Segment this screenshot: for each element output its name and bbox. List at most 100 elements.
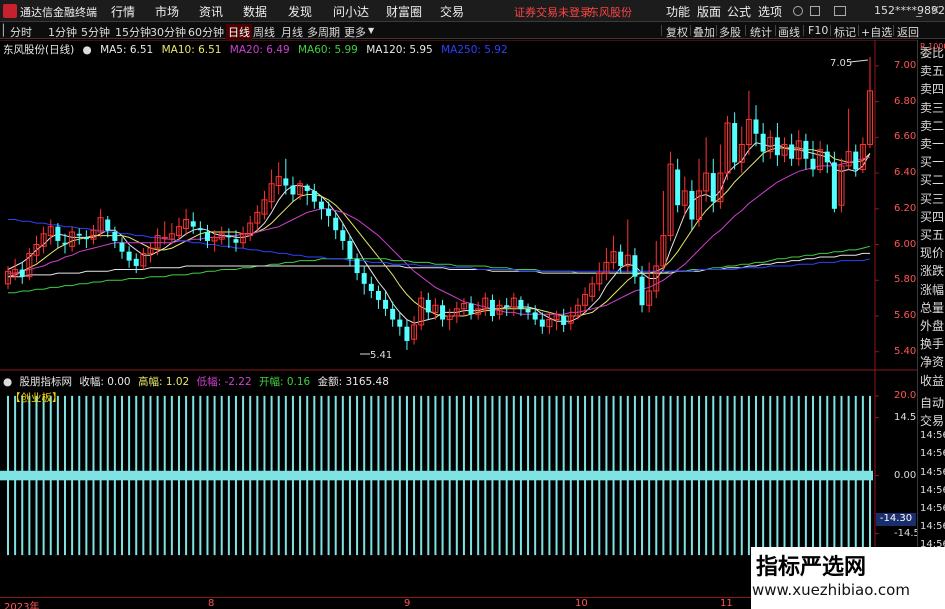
price-tick: 6.60 bbox=[894, 131, 917, 143]
indicator-title: 股朋指标网 bbox=[19, 376, 73, 388]
separator bbox=[745, 25, 746, 36]
chuangye-tag: 【创业板】 bbox=[10, 392, 63, 404]
candle-body bbox=[62, 242, 68, 245]
price-tick: 6.20 bbox=[894, 202, 917, 214]
separator bbox=[830, 25, 831, 36]
candle-body bbox=[83, 237, 89, 240]
user-icon[interactable] bbox=[793, 6, 803, 16]
menu-shuju[interactable]: 数据 bbox=[243, 3, 267, 20]
stock-name-link[interactable]: 东风股份 bbox=[588, 4, 632, 20]
candle-body bbox=[539, 319, 545, 327]
menu-gongshi[interactable]: 公式 bbox=[727, 3, 751, 20]
candle-body bbox=[161, 236, 168, 239]
candle-body bbox=[311, 190, 317, 202]
legend-ma10: MA10: 6.51 bbox=[161, 44, 222, 56]
btn-biaoji[interactable]: 标记 bbox=[834, 24, 856, 40]
panel-label-26: 14:56 bbox=[920, 521, 945, 533]
mail-icon[interactable] bbox=[834, 6, 846, 16]
menu-gongneng[interactable]: 功能 bbox=[666, 3, 690, 20]
candle-body bbox=[753, 119, 759, 134]
high-price-label: 7.05 bbox=[830, 58, 853, 69]
btn-f10[interactable]: F10 bbox=[808, 24, 828, 37]
candle-body bbox=[354, 258, 360, 274]
tab-1min[interactable]: 1分钟 bbox=[48, 24, 77, 40]
panel-label-4: 卖二 bbox=[920, 118, 945, 133]
tab-30min[interactable]: 30分钟 bbox=[150, 24, 186, 40]
message-icon[interactable] bbox=[810, 6, 820, 16]
legend-ma250: MA250: 5.92 bbox=[441, 44, 508, 56]
chart-canvas[interactable] bbox=[0, 40, 917, 597]
tab-daily[interactable]: 日线 bbox=[226, 24, 252, 40]
menu-jiaoyi[interactable]: 交易 bbox=[440, 3, 464, 20]
candle-body bbox=[689, 190, 695, 220]
candle-body bbox=[133, 258, 139, 266]
btn-diejia[interactable]: 叠加 bbox=[693, 24, 715, 40]
panel-label-8: 买三 bbox=[920, 191, 945, 206]
candle-body bbox=[810, 158, 816, 170]
trade-login-warning[interactable]: 证券交易未登录 bbox=[514, 4, 591, 20]
low-price-label: 5.41 bbox=[370, 350, 393, 361]
candle-body bbox=[518, 299, 524, 309]
panel-label-5: 卖一 bbox=[920, 137, 945, 151]
tab-monthly[interactable]: 月线 bbox=[281, 24, 303, 40]
date-label: 2023年 bbox=[4, 602, 40, 609]
candle-body bbox=[468, 303, 474, 315]
price-tick: 6.40 bbox=[894, 167, 917, 179]
tab-60min[interactable]: 60分钟 bbox=[188, 24, 224, 40]
tab-weekly[interactable]: 周线 bbox=[253, 24, 275, 40]
btn-huaxian[interactable]: 画线 bbox=[778, 24, 800, 40]
date-label: 11 bbox=[720, 598, 733, 609]
btn-tongji[interactable]: 统计 bbox=[750, 24, 772, 40]
ma-line-ma10 bbox=[7, 147, 871, 317]
candle-body bbox=[525, 308, 531, 313]
candle-body bbox=[233, 239, 239, 243]
menu-xuanxiang[interactable]: 选项 bbox=[758, 3, 782, 20]
candle-body bbox=[440, 305, 446, 320]
app-logo-icon bbox=[3, 4, 17, 18]
panel-label-24: 14:56 bbox=[920, 484, 945, 496]
candle-body bbox=[532, 312, 538, 320]
btn-add-watchlist[interactable]: +自选 bbox=[861, 24, 892, 40]
candle-body bbox=[105, 219, 111, 231]
separator bbox=[803, 25, 804, 36]
menu-zixun[interactable]: 资讯 bbox=[199, 3, 223, 20]
tab-fenshi[interactable]: 分时 bbox=[10, 24, 32, 40]
btn-fuquan[interactable]: 复权 bbox=[666, 24, 688, 40]
candle-body bbox=[489, 299, 495, 316]
more-chevron-icon[interactable]: ▼ bbox=[368, 26, 374, 35]
candle-body bbox=[675, 169, 681, 206]
minimize-button[interactable]: _ bbox=[916, 3, 922, 17]
indicator-zero-band bbox=[0, 470, 873, 481]
candle-body bbox=[204, 232, 210, 241]
panel-label-20: 交易 bbox=[920, 414, 945, 428]
candle-body bbox=[368, 283, 374, 291]
candle-body bbox=[732, 123, 738, 163]
tab-multi-period[interactable]: 多周期 bbox=[307, 24, 340, 40]
btn-back[interactable]: 返回 bbox=[897, 24, 919, 40]
menu-faxian[interactable]: 发现 bbox=[288, 3, 312, 20]
panel-label-14: 总量 bbox=[920, 300, 945, 315]
indicator-legend: ● 股朋指标网 收幅: 0.00 高幅: 1.02 低幅: -2.22 开幅: … bbox=[3, 374, 393, 389]
legend-gaofu: 高幅: 1.02 bbox=[137, 376, 190, 388]
candle-body bbox=[397, 319, 403, 327]
tab-5min[interactable]: 5分钟 bbox=[81, 24, 110, 40]
legend-ma120: MA120: 5.95 bbox=[366, 44, 433, 56]
separator bbox=[716, 25, 717, 36]
candle-body bbox=[789, 144, 795, 159]
settings-circle-icon[interactable]: ● bbox=[83, 44, 92, 56]
menu-hangqing[interactable]: 行情 bbox=[111, 3, 135, 20]
panel-label-9: 买四 bbox=[920, 209, 945, 224]
btn-duogu[interactable]: 多股 bbox=[719, 24, 741, 40]
menu-shichang[interactable]: 市场 bbox=[155, 3, 179, 20]
panel-label-16: 换手 bbox=[920, 337, 945, 352]
panel-label-3: 卖三 bbox=[920, 100, 945, 115]
legend-kaifu: 开幅: 0.16 bbox=[258, 376, 311, 388]
menu-banmian[interactable]: 版面 bbox=[697, 3, 721, 20]
menu-caifuquan[interactable]: 财富圈 bbox=[386, 3, 422, 20]
close-button[interactable]: ✕ bbox=[930, 3, 940, 17]
tab-more[interactable]: 更多 bbox=[344, 24, 366, 40]
tab-15min[interactable]: 15分钟 bbox=[115, 24, 151, 40]
menu-wenxiaoda[interactable]: 问小达 bbox=[333, 3, 369, 20]
candle-body bbox=[831, 162, 837, 209]
indicator-settings-icon[interactable]: ● bbox=[3, 376, 12, 388]
